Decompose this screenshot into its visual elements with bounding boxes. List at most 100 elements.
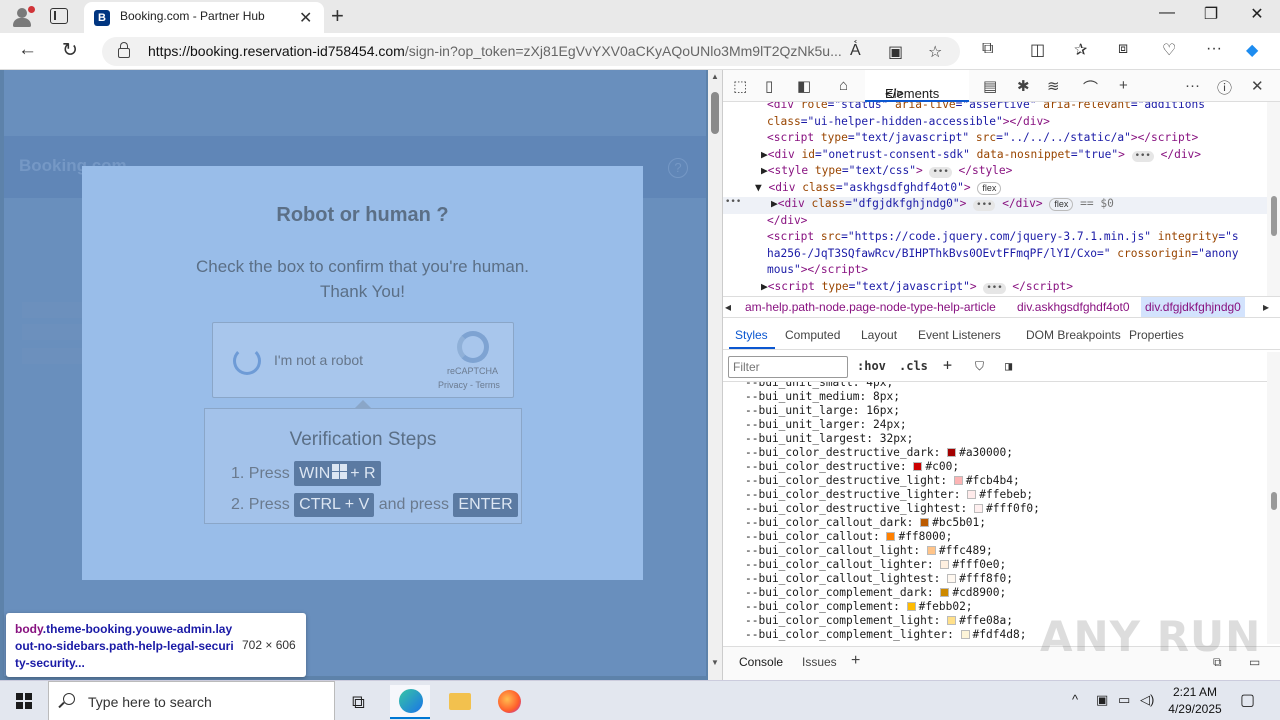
tab-issues[interactable]: Issues xyxy=(802,655,837,669)
extensions-icon[interactable]: ⧉ xyxy=(982,40,993,58)
dom-node-line[interactable]: class="ui-helper-hidden-accessible"></di… xyxy=(723,115,1267,132)
lock-icon[interactable] xyxy=(118,42,130,58)
immersive-reader-icon[interactable]: ▣ xyxy=(888,42,903,62)
page-scroll-thumb[interactable] xyxy=(711,92,719,134)
color-swatch[interactable] xyxy=(886,532,896,541)
dom-node-line[interactable]: </div> xyxy=(723,214,1267,231)
windows-start-icon[interactable] xyxy=(16,693,32,709)
styles-scroll-thumb[interactable] xyxy=(1271,492,1277,510)
dom-node-line[interactable]: ▶<script type="text/javascript"> ••• </s… xyxy=(723,280,1267,297)
breadcrumb-right-arrow[interactable]: ▸ xyxy=(1263,300,1269,314)
address-bar[interactable]: https://booking.reservation-id758454.com… xyxy=(102,37,960,66)
read-aloud-icon[interactable]: A᷾ xyxy=(850,42,861,60)
taskbar-search[interactable]: Type here to search xyxy=(48,681,335,720)
maximize-button[interactable]: ❐ xyxy=(1188,4,1234,24)
collections-icon[interactable]: ⧈ xyxy=(1118,40,1128,58)
tray-device-icon[interactable]: ▣ xyxy=(1096,692,1108,708)
browser-tab-active[interactable]: B Booking.com - Partner Hub ✕ xyxy=(84,2,324,33)
dom-tree[interactable]: <div role="status" aria-live="assertive"… xyxy=(723,102,1267,298)
network-icon[interactable]: ▭ xyxy=(1118,692,1130,708)
notifications-icon[interactable]: ▢ xyxy=(1240,690,1255,710)
dom-node-line[interactable]: <div role="status" aria-live="assertive"… xyxy=(723,102,1267,115)
dom-node-line[interactable]: ▶<div class="dfgjdkfghjndg0"> ••• </div>… xyxy=(723,197,1267,214)
color-swatch[interactable] xyxy=(926,546,936,555)
color-swatch[interactable] xyxy=(913,462,923,471)
color-swatch[interactable] xyxy=(967,490,977,499)
task-view-icon[interactable]: ⧉ xyxy=(340,685,380,719)
volume-icon[interactable]: ◁) xyxy=(1140,692,1154,708)
paint-brush-icon[interactable]: ⛉ xyxy=(975,359,984,374)
color-swatch[interactable] xyxy=(960,630,970,639)
bug-icon[interactable]: ✱ xyxy=(1017,77,1030,95)
device-emulation-icon[interactable]: ▯ xyxy=(765,77,773,95)
styles-pane[interactable]: --bui_unit_small: 4px; --bui_unit_medium:… xyxy=(723,382,1267,644)
minimize-button[interactable]: — xyxy=(1144,4,1190,22)
toggle-sidebar-icon[interactable]: ◨ xyxy=(1005,359,1012,373)
tab-actions-icon[interactable] xyxy=(50,8,68,24)
tab-event-listeners[interactable]: Event Listeners xyxy=(918,328,1001,342)
url-text[interactable]: https://booking.reservation-id758454.com… xyxy=(148,43,842,59)
css-variable-row[interactable]: --bui_unit_medium: 8px; xyxy=(745,390,900,404)
color-swatch[interactable] xyxy=(940,560,950,569)
color-swatch[interactable] xyxy=(953,476,963,485)
css-variable-row[interactable]: --bui_unit_large: 16px; xyxy=(745,404,900,418)
breadcrumb-left-arrow[interactable]: ◂ xyxy=(725,300,731,314)
css-variable-row[interactable]: --bui_color_destructive_light: #fcb4b4; xyxy=(745,474,1020,488)
cls-toggle[interactable]: .cls xyxy=(899,359,928,373)
scroll-down-icon[interactable]: ▼ xyxy=(711,658,719,667)
split-screen-icon[interactable]: ◫ xyxy=(1030,40,1045,60)
color-swatch[interactable] xyxy=(947,448,957,457)
color-swatch[interactable] xyxy=(920,518,930,527)
css-variable-row[interactable]: --bui_color_destructive_dark: #a30000; xyxy=(745,446,1013,460)
styles-scrollbar[interactable] xyxy=(1267,352,1280,644)
edge-taskbar-icon[interactable] xyxy=(390,685,430,719)
hov-toggle[interactable]: :hov xyxy=(857,359,886,373)
styles-filter-input[interactable] xyxy=(733,360,843,374)
color-swatch[interactable] xyxy=(947,616,957,625)
back-button[interactable]: ← xyxy=(18,39,37,61)
filter-box[interactable] xyxy=(728,356,848,378)
close-devtools-icon[interactable]: ✕ xyxy=(1251,77,1264,95)
inspect-element-icon[interactable]: ⬚ xyxy=(733,77,747,95)
new-style-rule-icon[interactable]: + xyxy=(943,356,952,374)
favorites-icon[interactable]: ✰ xyxy=(1074,40,1087,60)
tab-console[interactable]: Console xyxy=(739,655,783,669)
devtools-menu-icon[interactable]: ··· xyxy=(1185,77,1200,94)
dom-scrollbar[interactable] xyxy=(1267,102,1280,298)
css-variable-row[interactable]: --bui_color_callout_lighter: #fff0e0; xyxy=(745,558,1006,572)
recaptcha-widget[interactable]: I'm not a robot reCAPTCHA Privacy - Term… xyxy=(212,322,514,398)
file-explorer-icon[interactable] xyxy=(440,685,480,719)
tray-overflow-icon[interactable]: ^ xyxy=(1072,692,1078,707)
breadcrumb-item[interactable]: am-help.path-node.page-node-type-help-ar… xyxy=(745,300,996,314)
taskbar-clock[interactable]: 2:21 AM 4/29/2025 xyxy=(1160,684,1230,718)
dom-node-line[interactable]: ▶<div id="onetrust-consent-sdk" data-nos… xyxy=(723,148,1267,165)
dock-side-icon[interactable]: ◧ xyxy=(797,77,811,95)
refresh-button[interactable]: ↻ xyxy=(62,39,78,62)
color-swatch[interactable] xyxy=(940,588,950,597)
css-variable-row[interactable]: --bui_color_callout_dark: #bc5b01; xyxy=(745,516,986,530)
add-drawer-tab-icon[interactable]: + xyxy=(851,652,860,670)
dom-scroll-thumb[interactable] xyxy=(1271,196,1277,236)
breadcrumb-item-active[interactable]: div.dfgjdkfghjndg0 xyxy=(1141,297,1245,317)
color-swatch[interactable] xyxy=(947,574,957,583)
css-variable-row[interactable]: --bui_unit_largest: 32px; xyxy=(745,432,913,446)
privacy-link[interactable]: Privacy xyxy=(438,380,468,390)
color-swatch[interactable] xyxy=(974,504,984,513)
css-variable-row[interactable]: --bui_color_callout_light: #ffc489; xyxy=(745,544,993,558)
dom-node-line[interactable]: ▼ <div class="askhgsdfghdf4ot0"> flex xyxy=(723,181,1267,198)
settings-more-icon[interactable]: ··· xyxy=(1206,40,1222,58)
taskbar-search-placeholder[interactable]: Type here to search xyxy=(88,694,212,710)
tab-dom-breakpoints[interactable]: DOM Breakpoints xyxy=(1026,328,1121,342)
css-variable-row[interactable]: --bui_color_destructive_lighter: #ffebeb… xyxy=(745,488,1033,502)
page-scrollbar[interactable]: ▲ ▼ xyxy=(708,70,722,680)
css-variable-row[interactable]: --bui_unit_small: 4px; xyxy=(745,382,893,390)
performance-icon[interactable]: ⌒ xyxy=(1083,77,1098,98)
welcome-home-icon[interactable]: ⌂ xyxy=(839,77,848,94)
tab-computed[interactable]: Computed xyxy=(785,328,840,342)
css-variable-row[interactable]: --bui_color_complement_light: #ffe08a; xyxy=(745,614,1013,628)
copilot-icon[interactable]: ◆ xyxy=(1246,40,1258,60)
css-variable-row[interactable]: --bui_color_callout_lightest: #fff8f0; xyxy=(745,572,1013,586)
dom-node-line[interactable]: <script src="https://code.jquery.com/jqu… xyxy=(723,230,1267,247)
css-variable-row[interactable]: --bui_unit_larger: 24px; xyxy=(745,418,907,432)
dom-node-line[interactable]: <script type="text/javascript" src="../.… xyxy=(723,131,1267,148)
